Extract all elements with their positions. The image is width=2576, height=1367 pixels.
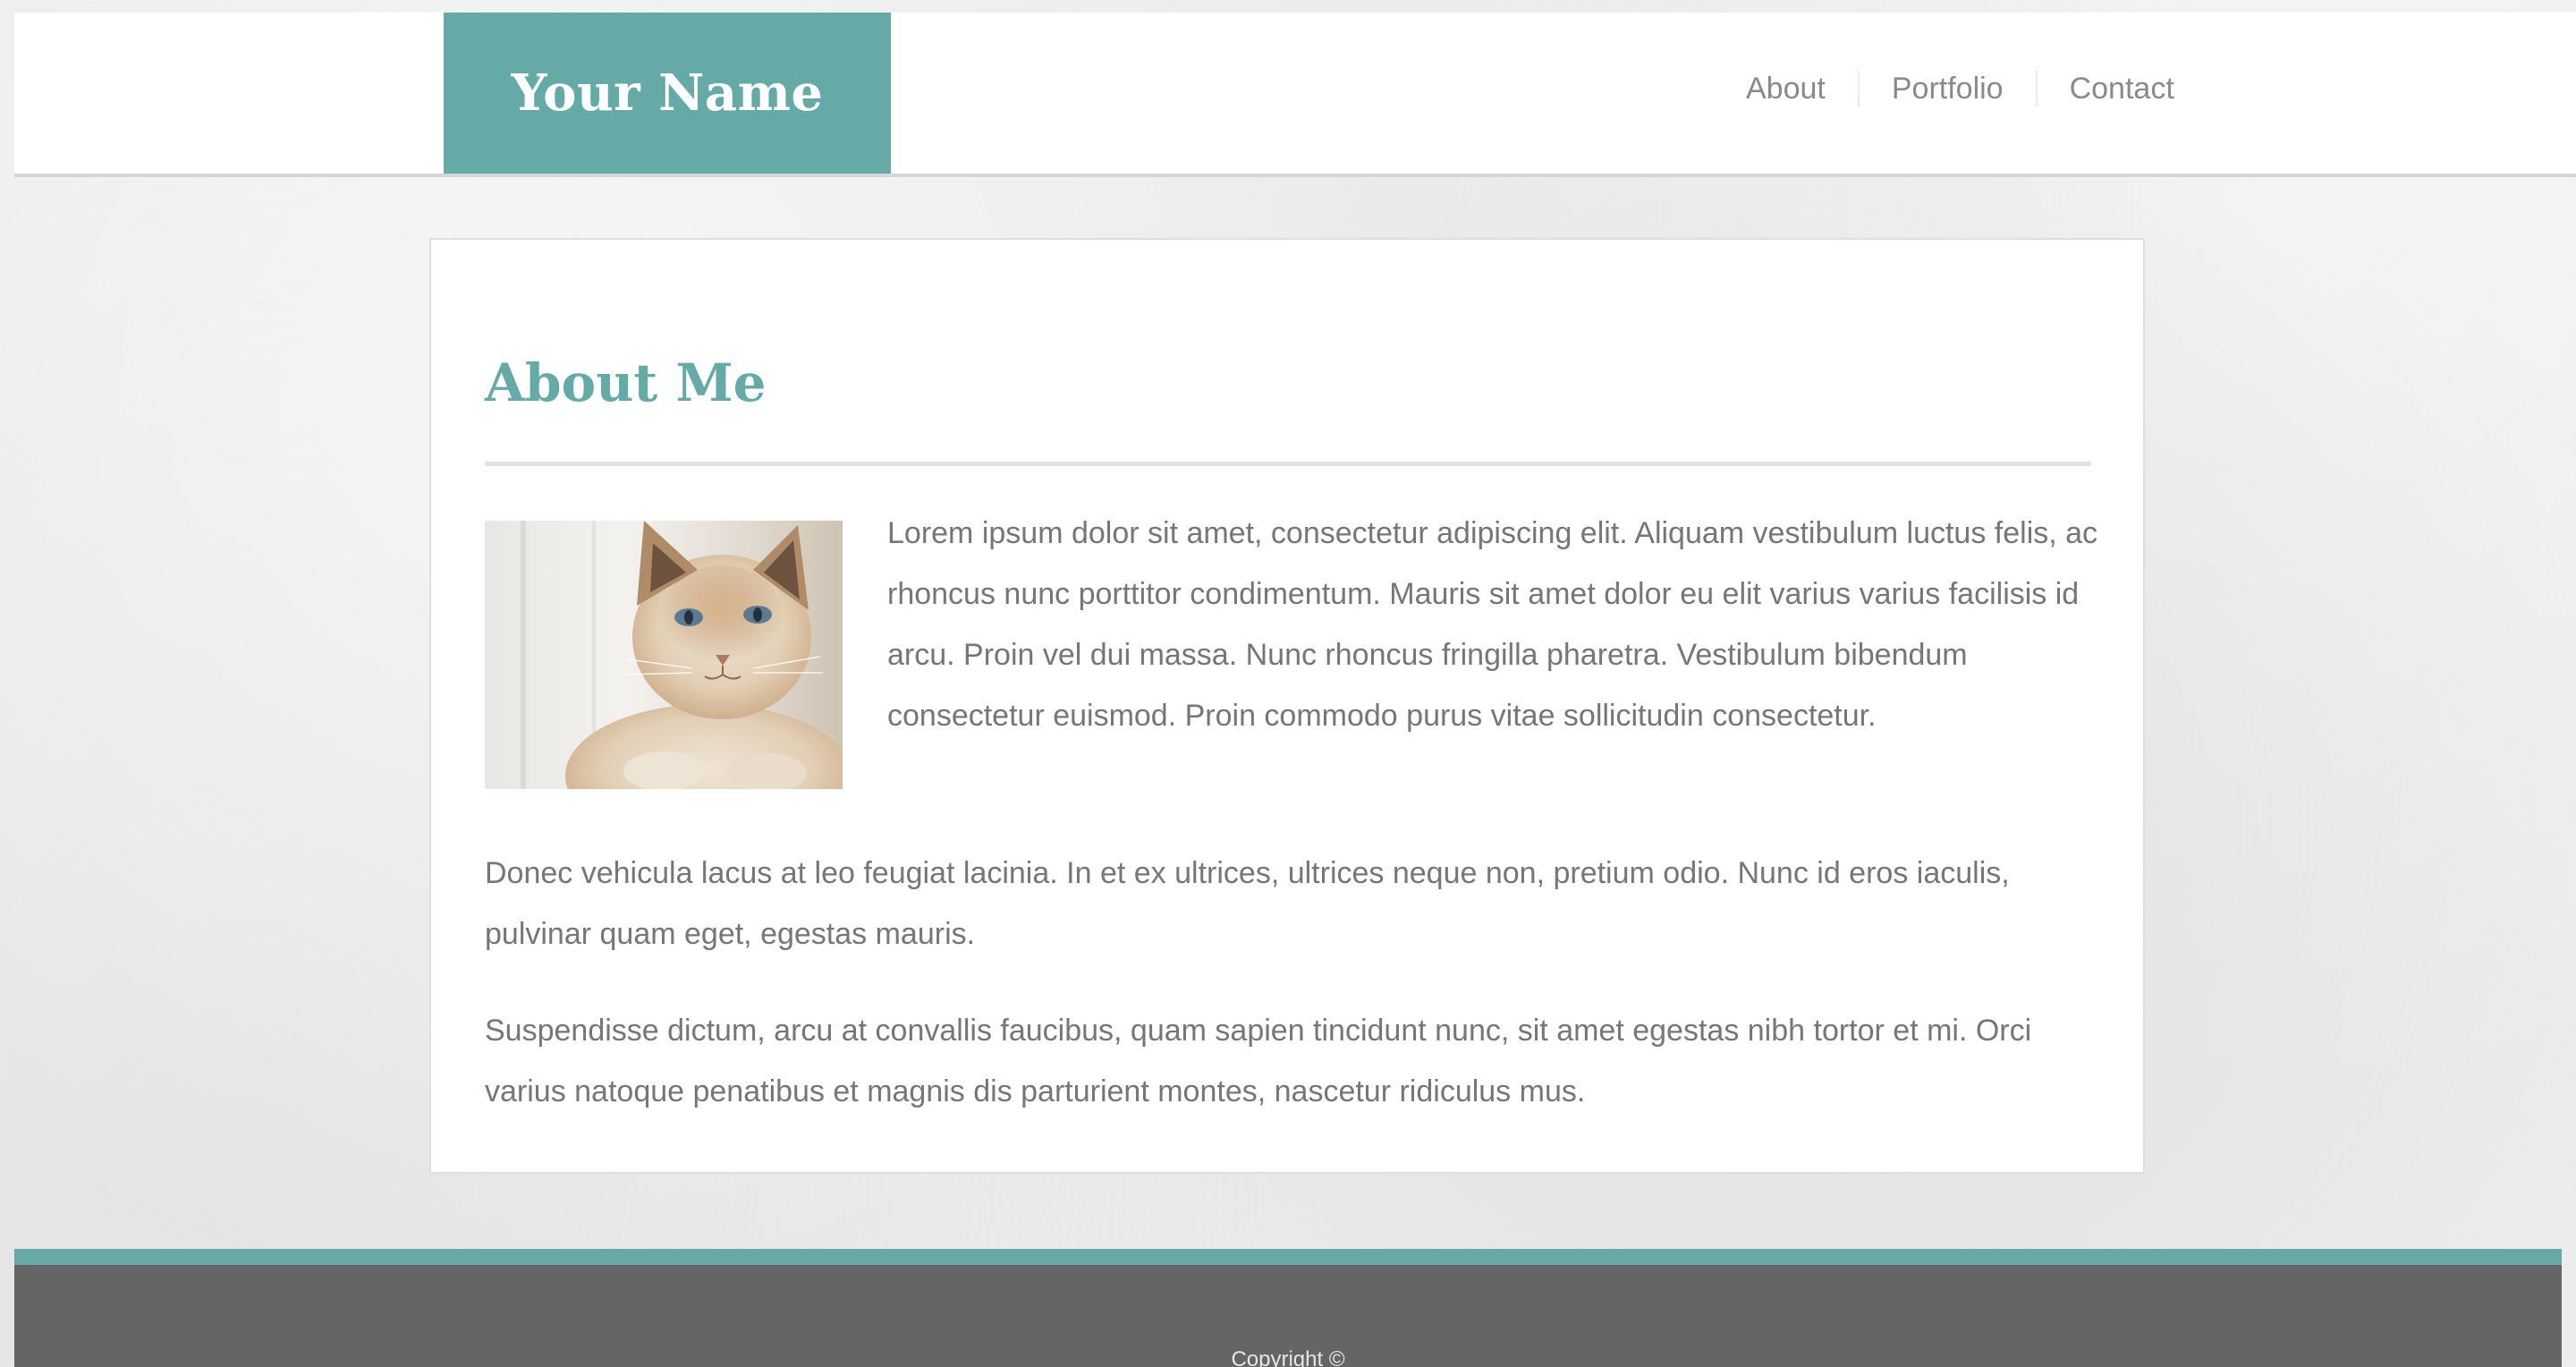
page-title: About Me bbox=[485, 352, 767, 413]
main-nav: About Portfolio Contact bbox=[1714, 13, 2207, 165]
content-card: About Me Lorem ipsum dolor sit amet, con… bbox=[429, 238, 2145, 1174]
title-divider bbox=[485, 462, 2091, 466]
nav-link-contact[interactable]: Contact bbox=[2035, 71, 2207, 106]
about-paragraph-1: Lorem ipsum dolor sit amet, consectetur … bbox=[887, 516, 2098, 733]
nav-link-about[interactable]: About bbox=[1714, 71, 1858, 106]
site-footer: Copyright © bbox=[14, 1249, 2562, 1367]
brand-name[interactable]: Your Name bbox=[511, 64, 823, 123]
copyright-text: Copyright © bbox=[1231, 1347, 1345, 1367]
about-paragraph-3: Suspendisse dictum, arcu at convallis fa… bbox=[485, 1014, 2032, 1108]
site-header: Your Name About Portfolio Contact bbox=[14, 13, 2576, 177]
about-paragraph-2: Donec vehicula lacus at leo feugiat laci… bbox=[485, 856, 2010, 951]
brand-logo[interactable]: Your Name bbox=[444, 13, 891, 174]
nav-link-portfolio[interactable]: Portfolio bbox=[1857, 71, 2036, 106]
cat-illustration bbox=[485, 521, 843, 789]
cat-photo bbox=[485, 521, 843, 789]
